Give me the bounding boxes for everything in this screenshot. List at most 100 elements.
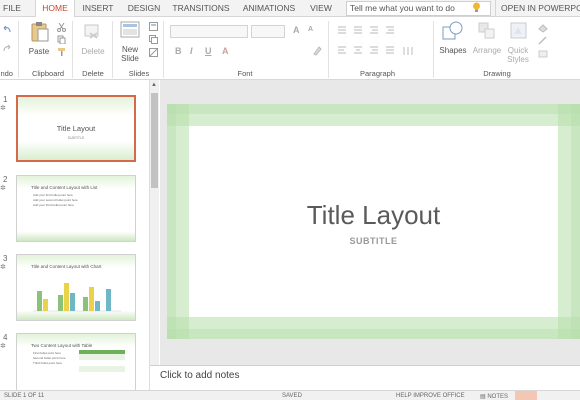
transition-star-icon: ✲ xyxy=(0,105,6,112)
delete-slide-icon[interactable] xyxy=(84,23,100,39)
thumbnail-title: Two Content Layout with Table xyxy=(31,343,93,348)
slide-thumbnail-1[interactable]: Title Layout SUBTITLE xyxy=(16,95,136,162)
underline-button[interactable]: U xyxy=(205,46,212,56)
thumbnail-table-graphic xyxy=(79,350,125,372)
new-slide-icon[interactable] xyxy=(120,21,140,39)
save-status: SAVED xyxy=(282,393,302,399)
tab-file[interactable]: FILE xyxy=(0,0,24,17)
delete-button[interactable]: Delete xyxy=(78,47,108,56)
current-slide[interactable]: Title Layout SUBTITLE xyxy=(167,104,580,339)
hide-slide-icon[interactable] xyxy=(149,48,158,57)
slide-number: 4 xyxy=(3,333,8,342)
group-divider xyxy=(163,21,164,78)
scrollbar-thumb[interactable] xyxy=(151,93,158,188)
notes-placeholder[interactable]: Click to add notes xyxy=(160,370,240,381)
slide-decor-band xyxy=(167,104,580,114)
shape-effects-icon[interactable] xyxy=(537,49,551,59)
tab-transitions[interactable]: TRANSITIONS xyxy=(170,0,232,17)
clear-formatting-icon[interactable] xyxy=(312,46,322,56)
slide-decor-band xyxy=(167,329,580,339)
arrange-button[interactable]: Arrange xyxy=(470,46,504,55)
undo-group-label: Undo xyxy=(0,69,13,78)
slide-number: 2 xyxy=(3,175,8,184)
duplicate-slide-icon[interactable] xyxy=(149,35,158,44)
tab-design[interactable]: DESIGN xyxy=(122,0,166,17)
slide-thumbnail-3[interactable]: Title and Content Layout with Chart xyxy=(16,254,136,321)
shape-outline-icon[interactable] xyxy=(537,36,551,46)
slide-thumbnail-2[interactable]: Title and Content Layout with List Add y… xyxy=(16,175,136,242)
new-slide-button[interactable]: New Slide xyxy=(117,45,143,63)
group-divider xyxy=(18,21,19,78)
thumbnail-bullet: Add your first bullet point here xyxy=(33,193,73,197)
thumbnail-chart-graphic xyxy=(33,283,121,312)
font-family-select[interactable] xyxy=(170,25,248,38)
redo-icon[interactable] xyxy=(2,44,12,52)
quick-styles-icon[interactable] xyxy=(510,22,528,40)
slide-subtitle[interactable]: SUBTITLE xyxy=(167,236,580,246)
scroll-up-arrow-icon[interactable]: ▲ xyxy=(151,82,157,88)
status-bar: SLIDE 1 OF 11 SAVED HELP IMPROVE OFFICE … xyxy=(0,390,580,400)
tab-insert[interactable]: INSERT xyxy=(78,0,118,17)
slide-number: 1 xyxy=(3,95,8,104)
paragraph-group-label: Paragraph xyxy=(359,69,396,78)
home-ribbon: Undo Paste Clipboard Delete Delete xyxy=(0,17,580,80)
transition-star-icon: ✲ xyxy=(0,264,6,271)
slide-sorter-view-button[interactable] xyxy=(540,391,562,400)
italic-button[interactable]: I xyxy=(190,46,193,56)
cut-icon[interactable] xyxy=(57,23,66,32)
bold-button[interactable]: B xyxy=(175,46,182,56)
shapes-button[interactable]: Shapes xyxy=(438,46,468,55)
tell-me-search-input[interactable]: Tell me what you want to do xyxy=(346,1,491,16)
arrange-icon[interactable] xyxy=(478,22,496,40)
tab-animations[interactable]: ANIMATIONS xyxy=(238,0,300,17)
help-improve-office-link[interactable]: HELP IMPROVE OFFICE xyxy=(396,393,465,399)
thumbnail-bullet: Second bullet point here xyxy=(33,356,66,360)
open-in-powerpoint-button[interactable]: OPEN IN POWERPOINT xyxy=(495,0,580,17)
ribbon-tab-bar: FILE HOME INSERT DESIGN TRANSITIONS ANIM… xyxy=(0,0,580,18)
transition-star-icon: ✲ xyxy=(0,343,6,350)
delete-group-label: Delete xyxy=(82,69,104,78)
lightbulb-icon[interactable] xyxy=(472,2,481,13)
thumbnail-title: Title and Content Layout with List xyxy=(31,185,98,190)
thumbnail-bullet: First bullet point here xyxy=(33,351,62,355)
slides-group-label: Slides xyxy=(128,69,150,78)
slide-count: SLIDE 1 OF 11 xyxy=(4,393,45,399)
notes-toggle[interactable]: ▤ NOTES xyxy=(480,393,508,400)
shrink-font-button[interactable]: A xyxy=(308,26,313,33)
layout-icon[interactable] xyxy=(149,22,158,31)
grow-font-button[interactable]: A xyxy=(293,25,300,35)
undo-icon[interactable] xyxy=(2,25,12,33)
group-divider xyxy=(72,21,73,78)
normal-view-button[interactable] xyxy=(515,391,537,400)
thumbnail-bullet: Add your second bullet point here xyxy=(33,198,78,202)
notes-pane[interactable]: Click to add notes xyxy=(150,365,580,390)
group-divider xyxy=(433,21,434,78)
clipboard-group-label: Clipboard xyxy=(31,69,65,78)
slide-title[interactable]: Title Layout xyxy=(167,200,580,231)
quick-styles-button[interactable]: Quick Styles xyxy=(502,46,534,64)
slide-thumbnail-pane: 1 ✲ Title Layout SUBTITLE 2 ✲ Title and … xyxy=(0,80,160,400)
quick-styles-line1: Quick xyxy=(507,46,529,55)
paste-icon[interactable] xyxy=(30,21,50,43)
thumbnail-scrollbar[interactable]: ▲ xyxy=(149,80,159,390)
shape-fill-icon[interactable] xyxy=(537,23,551,33)
font-color-button[interactable]: A xyxy=(222,46,229,56)
thumbnail-bullet: Add your third bullet point here xyxy=(33,203,74,207)
thumbnail-title: Title and Content Layout with Chart xyxy=(31,264,102,269)
group-divider xyxy=(112,21,113,78)
tab-view[interactable]: VIEW xyxy=(306,0,336,17)
paste-button[interactable]: Paste xyxy=(26,47,52,56)
quick-styles-line2: Styles xyxy=(507,55,529,64)
slide-editor-area: Title Layout SUBTITLE xyxy=(160,80,580,365)
transition-star-icon: ✲ xyxy=(0,185,6,192)
thumbnail-bullet: Third bullet point here xyxy=(33,361,63,365)
drawing-group-label: Drawing xyxy=(483,69,511,78)
paragraph-controls-icon[interactable] xyxy=(336,25,426,59)
format-painter-icon[interactable] xyxy=(57,47,66,56)
notes-toggle-label: NOTES xyxy=(487,394,509,400)
font-size-select[interactable] xyxy=(251,25,285,38)
group-divider xyxy=(328,21,329,78)
shapes-icon[interactable] xyxy=(442,21,464,41)
copy-icon[interactable] xyxy=(57,35,66,44)
tab-home[interactable]: HOME xyxy=(35,0,75,18)
